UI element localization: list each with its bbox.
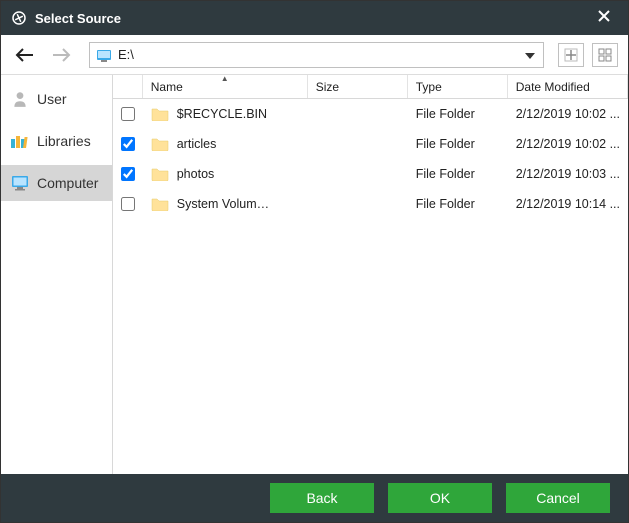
file-list: ▲ Name Size Type Date Modified $RECYCLE.… <box>113 75 628 474</box>
column-label: Type <box>416 80 442 94</box>
new-folder-button[interactable] <box>558 43 584 67</box>
cancel-button[interactable]: Cancel <box>506 483 610 513</box>
ok-button[interactable]: OK <box>388 483 492 513</box>
titlebar: Select Source <box>1 1 628 35</box>
folder-icon <box>151 107 169 121</box>
folder-icon <box>151 137 169 151</box>
footer: Back OK Cancel <box>1 474 628 522</box>
arrow-left-icon <box>15 47 35 63</box>
row-checkbox[interactable] <box>121 167 135 181</box>
dialog-title: Select Source <box>35 11 588 26</box>
drive-icon <box>96 47 112 63</box>
sidebar-item-label: Computer <box>37 175 98 191</box>
navbar: E:\ <box>1 35 628 75</box>
nav-back-button[interactable] <box>11 41 39 69</box>
file-name: $RECYCLE.BIN <box>177 107 267 121</box>
path-text: E:\ <box>118 47 517 62</box>
close-button[interactable] <box>588 9 620 28</box>
column-label: Date Modified <box>516 80 590 94</box>
column-header-check[interactable] <box>113 75 143 98</box>
close-icon <box>597 9 611 23</box>
row-checkbox[interactable] <box>121 107 135 121</box>
file-type: File Folder <box>408 137 508 151</box>
row-checkbox[interactable] <box>121 137 135 151</box>
file-row[interactable]: $RECYCLE.BIN File Folder2/12/2019 10:02 .… <box>113 99 628 129</box>
arrow-right-icon <box>51 47 71 63</box>
computer-icon <box>11 175 29 191</box>
path-dropdown-button[interactable] <box>523 46 537 64</box>
folder-icon <box>151 167 169 181</box>
row-checkbox[interactable] <box>121 197 135 211</box>
select-source-dialog: Select Source E:\ UserLibrar <box>0 0 629 523</box>
grid-icon <box>598 48 612 62</box>
file-rows: $RECYCLE.BINFile Folder2/12/2019 10:02 .… <box>113 99 628 474</box>
file-name: articles <box>177 137 217 151</box>
file-type: File Folder <box>408 167 508 181</box>
sort-indicator-icon: ▲ <box>221 74 229 83</box>
file-date: 2/12/2019 10:03 ... <box>508 167 628 181</box>
sidebar-item-label: Libraries <box>37 133 91 149</box>
column-label: Name <box>151 80 183 94</box>
file-row[interactable]: articles File Folder2/12/2019 10:02 ... <box>113 129 628 159</box>
folder-icon <box>151 197 169 211</box>
column-headers: ▲ Name Size Type Date Modified <box>113 75 628 99</box>
file-name: photos <box>177 167 215 181</box>
file-date: 2/12/2019 10:02 ... <box>508 137 628 151</box>
chevron-down-icon <box>525 53 535 59</box>
column-header-type[interactable]: Type <box>408 75 508 98</box>
plus-icon <box>564 48 578 62</box>
file-row[interactable]: System Volum… File Folder2/12/2019 10:14 … <box>113 189 628 219</box>
column-header-size[interactable]: Size <box>308 75 408 98</box>
file-type: File Folder <box>408 197 508 211</box>
sidebar: User Libraries Computer <box>1 75 113 474</box>
nav-forward-button[interactable] <box>47 41 75 69</box>
file-row[interactable]: photos File Folder2/12/2019 10:03 ... <box>113 159 628 189</box>
sidebar-item-libraries[interactable]: Libraries <box>1 123 112 159</box>
file-date: 2/12/2019 10:14 ... <box>508 197 628 211</box>
back-button[interactable]: Back <box>270 483 374 513</box>
file-date: 2/12/2019 10:02 ... <box>508 107 628 121</box>
path-input[interactable]: E:\ <box>89 42 544 68</box>
libraries-icon <box>11 133 29 149</box>
file-type: File Folder <box>408 107 508 121</box>
sidebar-item-label: User <box>37 91 67 107</box>
column-header-name[interactable]: ▲ Name <box>143 75 308 98</box>
column-header-date[interactable]: Date Modified <box>508 75 628 98</box>
column-label: Size <box>316 80 339 94</box>
user-icon <box>11 91 29 107</box>
sidebar-item-user[interactable]: User <box>1 81 112 117</box>
main-area: User Libraries Computer ▲ Name Size Type D… <box>1 75 628 474</box>
sidebar-item-computer[interactable]: Computer <box>1 165 112 201</box>
app-icon <box>11 10 27 26</box>
file-name: System Volum… <box>177 197 269 211</box>
view-mode-button[interactable] <box>592 43 618 67</box>
